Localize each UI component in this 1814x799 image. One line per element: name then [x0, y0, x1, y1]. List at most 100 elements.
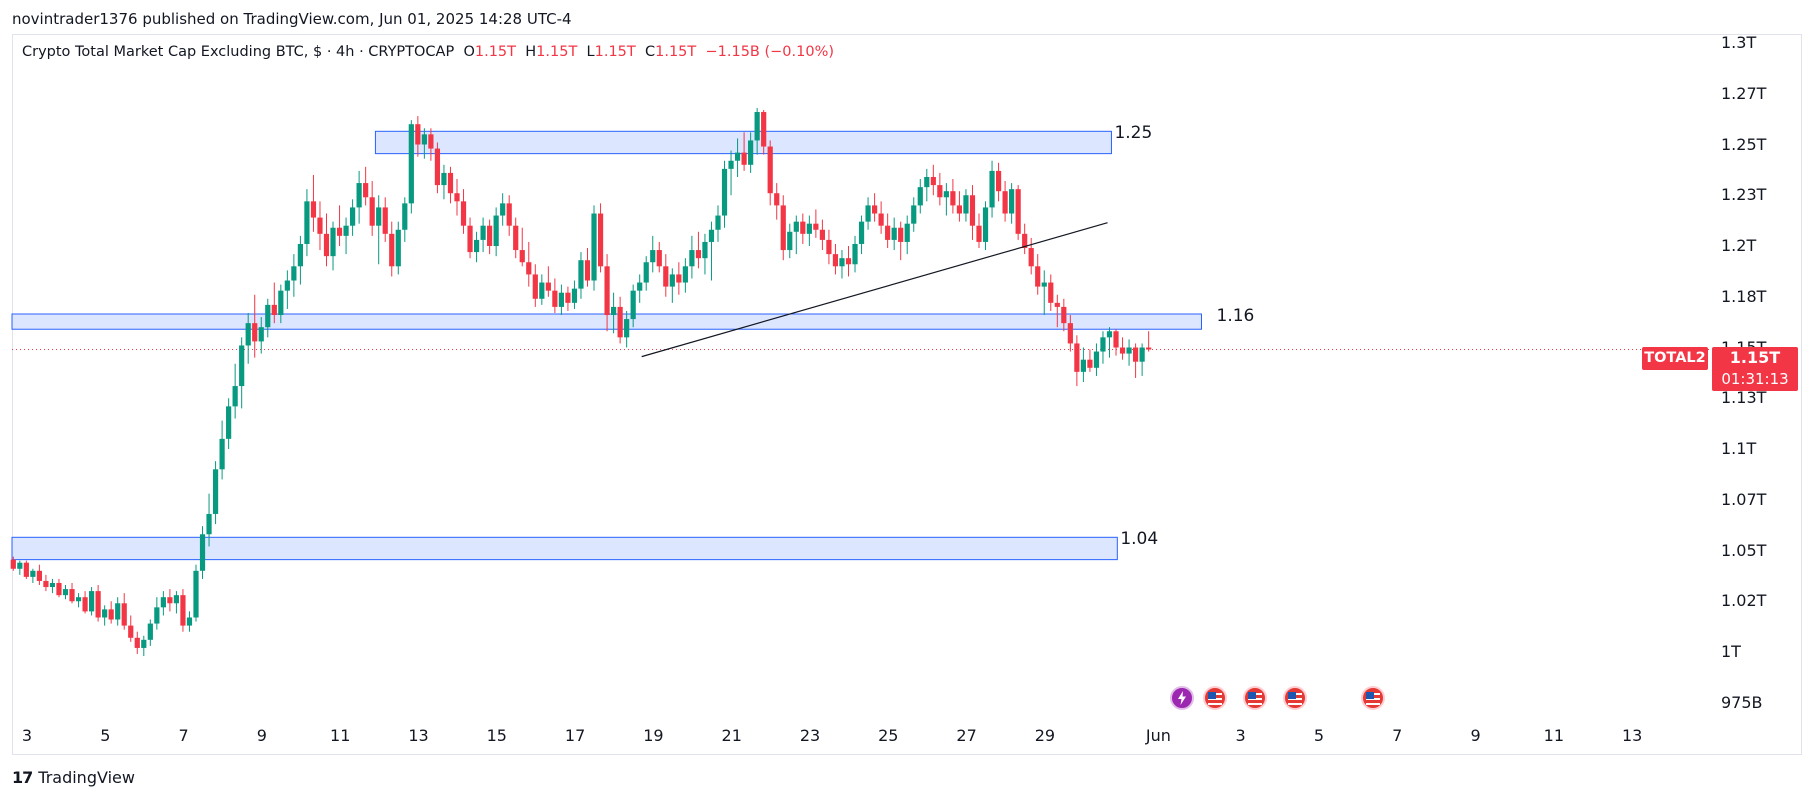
bullish-candle — [212, 469, 219, 514]
bullish-candle — [610, 306, 617, 316]
bullish-candle — [330, 227, 336, 257]
price-tick-label: 975B — [1721, 692, 1763, 712]
bullish-candle — [62, 589, 69, 596]
us-flag-event-icon[interactable] — [1361, 686, 1385, 710]
bearish-candle — [95, 591, 101, 618]
bullish-candle — [989, 170, 995, 208]
bullish-candle — [715, 215, 721, 230]
bullish-candle — [578, 260, 584, 289]
bullish-candle — [239, 345, 245, 387]
bearish-candle — [310, 201, 317, 218]
price-tick-label: 1.05T — [1721, 540, 1767, 560]
bearish-candle — [774, 193, 780, 206]
bearish-candle — [363, 183, 369, 198]
bullish-candle — [650, 250, 656, 263]
bullish-candle — [493, 215, 499, 246]
bullish-candle — [226, 406, 232, 439]
bullish-candle — [682, 266, 688, 283]
date-tick-label: 9 — [1470, 726, 1481, 745]
us-flag-event-icon[interactable] — [1203, 686, 1227, 710]
bullish-candle — [643, 262, 649, 283]
bearish-candle — [1061, 306, 1067, 324]
bullish-candle — [943, 191, 949, 198]
bullish-candle — [219, 438, 225, 470]
price-tick-label: 1.18T — [1721, 286, 1767, 306]
crypto-event-icon[interactable] — [1170, 686, 1194, 710]
date-tick-label: 3 — [21, 726, 33, 745]
bearish-candle — [885, 225, 891, 240]
date-tick-label: 17 — [564, 726, 586, 745]
footer-branding[interactable]: 17 TradingView — [12, 768, 135, 787]
bullish-candle — [141, 639, 147, 648]
bullish-candle — [852, 243, 858, 265]
bearish-candle — [69, 589, 75, 602]
bullish-candle — [402, 203, 408, 230]
bullish-candle — [963, 195, 969, 214]
bullish-candle — [245, 323, 251, 346]
bullish-candle — [356, 183, 362, 208]
price-tick-label: 1.27T — [1721, 83, 1767, 103]
bearish-candle — [108, 609, 114, 620]
bullish-candle — [1139, 347, 1145, 362]
bullish-candle — [500, 203, 506, 216]
bullish-candle — [839, 258, 845, 267]
bullish-candle — [304, 201, 310, 244]
us-flag-event-icon[interactable] — [1243, 686, 1267, 710]
last-price-value: 1.15T — [1729, 348, 1781, 367]
legend-close-label: C — [645, 44, 656, 60]
date-tick-label: 9 — [256, 726, 267, 745]
bullish-candle — [102, 609, 108, 618]
price-tick-label: 1.2T — [1721, 236, 1757, 255]
bearish-candle — [1119, 347, 1126, 354]
bearish-candle — [1074, 343, 1080, 372]
legend-close-value: 1.15T — [655, 44, 697, 60]
bullish-candle — [748, 140, 754, 165]
price-tick-label: 1.1T — [1721, 439, 1757, 458]
bearish-candle — [43, 580, 49, 588]
bullish-candle — [441, 172, 447, 186]
price-tick-label: 1.07T — [1721, 489, 1767, 509]
bullish-candle — [88, 591, 95, 612]
bullish-candle — [193, 570, 199, 618]
bullish-candle — [1080, 359, 1086, 372]
candlestick-chart[interactable] — [0, 0, 1814, 799]
bullish-candle — [421, 134, 427, 145]
bearish-candle — [826, 239, 832, 255]
price-tick-label: 1.13T — [1721, 388, 1767, 408]
bullish-candle — [539, 282, 545, 299]
bearish-candle — [656, 250, 662, 267]
price-tick-label: 1T — [1721, 642, 1741, 661]
bearish-candle — [969, 195, 976, 226]
symbol-legend: Crypto Total Market Cap Excluding BTC, $… — [22, 44, 834, 60]
bearish-candle — [10, 559, 16, 569]
bearish-candle — [271, 304, 277, 316]
bullish-candle — [787, 231, 793, 251]
bullish-candle — [571, 288, 578, 303]
date-tick-label: 21 — [721, 726, 742, 745]
date-tick-label: 15 — [486, 726, 507, 745]
bullish-candle — [924, 176, 930, 188]
date-tick-label: 19 — [643, 726, 664, 745]
bearish-candle — [252, 323, 258, 342]
bearish-candle — [545, 282, 551, 291]
footer-brand-name: TradingView — [38, 768, 135, 787]
bearish-candle — [513, 225, 519, 251]
bearish-candle — [976, 225, 982, 242]
bearish-candle — [1015, 189, 1021, 234]
bearish-candle — [1002, 191, 1008, 214]
bearish-candle — [128, 625, 134, 638]
bearish-candle — [532, 274, 538, 299]
bearish-candle — [950, 191, 956, 206]
legend-low-value: 1.15T — [594, 44, 636, 60]
bearish-candle — [369, 197, 375, 226]
legend-title: Crypto Total Market Cap Excluding BTC, $… — [22, 44, 455, 60]
us-flag-event-icon[interactable] — [1283, 686, 1307, 710]
bearish-candle — [871, 205, 878, 214]
bullish-candle — [721, 168, 728, 216]
bullish-candle — [911, 205, 917, 224]
date-tick-label: 27 — [956, 726, 977, 745]
date-tick-label: 5 — [100, 726, 111, 745]
bearish-candle — [434, 148, 441, 186]
zone-rectangle — [374, 130, 1112, 155]
bearish-candle — [519, 250, 525, 263]
